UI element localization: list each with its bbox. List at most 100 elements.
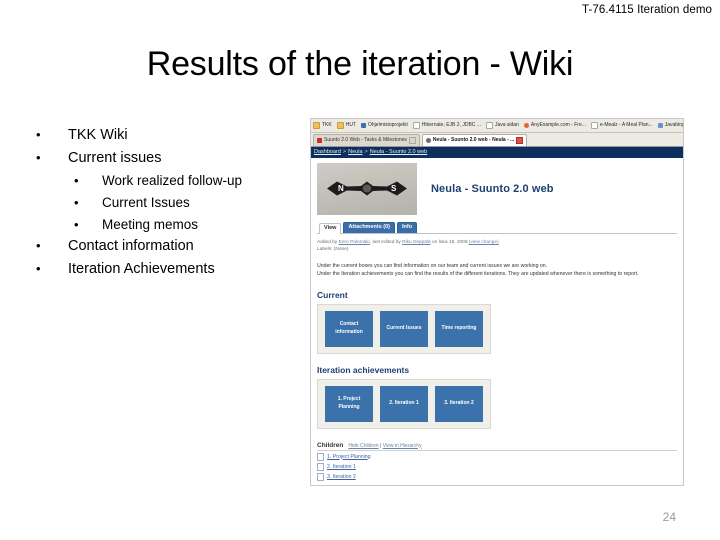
- list-item-label: Iteration Achievements: [68, 261, 215, 278]
- bookmark-item[interactable]: AnyExample.com - Fre...: [523, 122, 586, 128]
- list-item[interactable]: 1. Project Planning: [317, 452, 677, 461]
- section-heading-current: Current: [317, 289, 348, 300]
- breadcrumb-item-dashboard[interactable]: Dashboard: [314, 149, 341, 156]
- wiki-intro-text: Under the current boxes you can find inf…: [317, 262, 677, 279]
- browser-tab-label: Neula - Suunto 2.0 web - Neula - ...: [432, 137, 515, 143]
- breadcrumb: Dashboard > Neula > Neula - Suunto 2.0 w…: [311, 147, 683, 158]
- list-item: • Current Issues: [36, 194, 301, 211]
- svg-text:N: N: [338, 184, 344, 193]
- wiki-view-tabs: View Attachments (0) Info: [317, 222, 677, 234]
- list-item-label: Meeting memos: [102, 216, 199, 232]
- tab-info[interactable]: Info: [397, 222, 418, 233]
- box-contact-information[interactable]: Contact information: [325, 310, 373, 347]
- meta-editor-link[interactable]: Riku Seppälä: [402, 240, 431, 245]
- box-current-issues[interactable]: Current Issues: [380, 310, 428, 347]
- bookmark-label: AnyExample.com - Fre...: [530, 122, 586, 128]
- child-link-iteration-2[interactable]: 3. Iteration 2: [327, 474, 356, 480]
- browser-tab-strip: Suunto 2.0 Web - Tasks & Milestones Neul…: [311, 133, 683, 147]
- list-item[interactable]: 3. Iteration 2: [317, 472, 677, 481]
- list-item: • Work realized follow-up: [36, 172, 301, 189]
- browser-tab-active[interactable]: Neula - Suunto 2.0 web - Neula - ...: [421, 134, 528, 146]
- page-icon: [412, 122, 420, 129]
- meta-line-labels: Labels: (None): [317, 246, 349, 252]
- list-item[interactable]: 2. Iteration 1: [317, 462, 677, 471]
- needle-shape: N S: [325, 180, 409, 197]
- tab-attachments[interactable]: Attachments (0): [343, 222, 395, 233]
- bookmark-label: Ohjelmistoprojekti: [368, 122, 408, 128]
- view-change-link[interactable]: (view change): [469, 240, 499, 245]
- children-title: Children: [317, 441, 344, 449]
- bookmark-item[interactable]: TKK: [313, 122, 332, 129]
- needle-icon: [425, 138, 431, 143]
- view-in-hierarchy-link[interactable]: View in Hierarchy: [383, 443, 422, 449]
- child-link-project-planning[interactable]: 1. Project Planning: [327, 454, 371, 460]
- page-icon: [485, 122, 493, 129]
- close-icon[interactable]: [516, 137, 524, 144]
- bookmark-bar: TKK HUT Ohjelmistoprojekti Hibernate, EJ…: [311, 119, 683, 133]
- folder-icon: [336, 122, 344, 129]
- iteration-box-panel: 1. Project Planning 2. Iteration 1 3. It…: [317, 378, 491, 429]
- page-icon: [317, 452, 324, 461]
- list-item-label: TKK Wiki: [68, 127, 128, 143]
- page-icon: [317, 472, 324, 481]
- blue-page-icon: [361, 123, 367, 128]
- bookmark-label: Hibernate, EJB 2, JDBC ...: [421, 122, 481, 128]
- box-project-planning[interactable]: 1. Project Planning: [325, 385, 373, 422]
- meta-date: loka 19, 2008: [438, 239, 468, 245]
- folder-icon: [313, 122, 320, 129]
- bookmark-label: HUT: [345, 122, 357, 128]
- children-separator: |: [380, 442, 382, 449]
- list-item-label: Contact information: [68, 238, 194, 255]
- intro-line-1: Under the current boxes you can find inf…: [317, 262, 548, 269]
- children-section: Children Hide Children | View in Hierarc…: [317, 442, 677, 481]
- wiki-page-header: N S Neula - Suunto 2.0 web: [317, 163, 677, 215]
- breadcrumb-item-current[interactable]: Neula - Suunto 2.0 web: [370, 149, 427, 156]
- list-item-label: Current issues: [68, 149, 162, 166]
- list-item-label: Work realized follow-up: [102, 172, 243, 188]
- bookmark-label: TKK: [322, 122, 332, 128]
- breadcrumb-separator: >: [364, 148, 368, 155]
- child-link-iteration-1[interactable]: 2. Iteration 1: [327, 464, 356, 470]
- compass-needle-photo: N S: [317, 163, 417, 215]
- meta-line-authors: Added by Eero Palomäki, last edited by R…: [317, 239, 677, 246]
- bookmark-item[interactable]: HUT: [336, 122, 357, 129]
- meta-added-prefix: Added by: [317, 239, 338, 245]
- breadcrumb-separator: >: [342, 148, 347, 155]
- needle-svg: N S: [327, 181, 407, 196]
- browser-tab-label: Suunto 2.0 Web - Tasks & Milestones: [324, 137, 407, 143]
- box-iteration-2[interactable]: 3. Iteration 2: [435, 385, 483, 422]
- slide: T-76.4115 Iteration demo Results of the …: [0, 0, 720, 540]
- bookmark-item[interactable]: Javablog: [657, 123, 683, 128]
- embedded-browser-screenshot: TKK HUT Ohjelmistoprojekti Hibernate, EJ…: [310, 118, 684, 486]
- list-item-label: Current Issues: [102, 194, 190, 210]
- children-actions: Hide Children | View in Hierarchy: [348, 443, 421, 449]
- firefox-icon: [523, 123, 529, 128]
- list-item: • TKK Wiki: [36, 127, 301, 144]
- current-box-panel: Contact information Current Issues Time …: [317, 303, 491, 354]
- bullet-list: • TKK Wiki • Current issues • Work reali…: [36, 127, 301, 285]
- wiki-page-meta: Added by Eero Palomäki, last edited by R…: [317, 239, 677, 253]
- list-item: • Contact information: [36, 238, 301, 255]
- bookmark-item[interactable]: Hibernate, EJB 2, JDBC ...: [412, 122, 481, 129]
- bookmark-item[interactable]: Java sidan: [485, 122, 519, 129]
- meta-author-link[interactable]: Eero Palomäki: [339, 240, 370, 245]
- list-item: • Meeting memos: [36, 216, 301, 233]
- page-icon: [590, 122, 598, 129]
- browser-tab[interactable]: Suunto 2.0 Web - Tasks & Milestones: [313, 134, 420, 146]
- section-heading-iteration-achievements: Iteration achievements: [317, 364, 410, 375]
- svg-text:S: S: [391, 184, 397, 193]
- meta-date-prefix: on: [432, 239, 438, 245]
- box-time-reporting[interactable]: Time reporting: [435, 310, 483, 347]
- list-item: • Current issues: [36, 149, 301, 167]
- close-icon[interactable]: [408, 137, 416, 144]
- box-iteration-1[interactable]: 2. Iteration 1: [380, 385, 428, 422]
- page-icon: [317, 462, 324, 471]
- hide-children-link[interactable]: Hide Children: [348, 443, 378, 449]
- children-header: Children Hide Children | View in Hierarc…: [317, 442, 677, 451]
- breadcrumb-item-neula[interactable]: Neula: [348, 149, 362, 156]
- intro-line-2: Under the Iteration achievements you can…: [317, 271, 639, 278]
- tab-view[interactable]: View: [319, 223, 342, 234]
- page-title: Results of the iteration - Wiki: [146, 45, 574, 83]
- bookmark-item[interactable]: e-Mealz - A Meal Plan...: [590, 122, 653, 129]
- bookmark-item[interactable]: Ohjelmistoprojekti: [361, 123, 408, 128]
